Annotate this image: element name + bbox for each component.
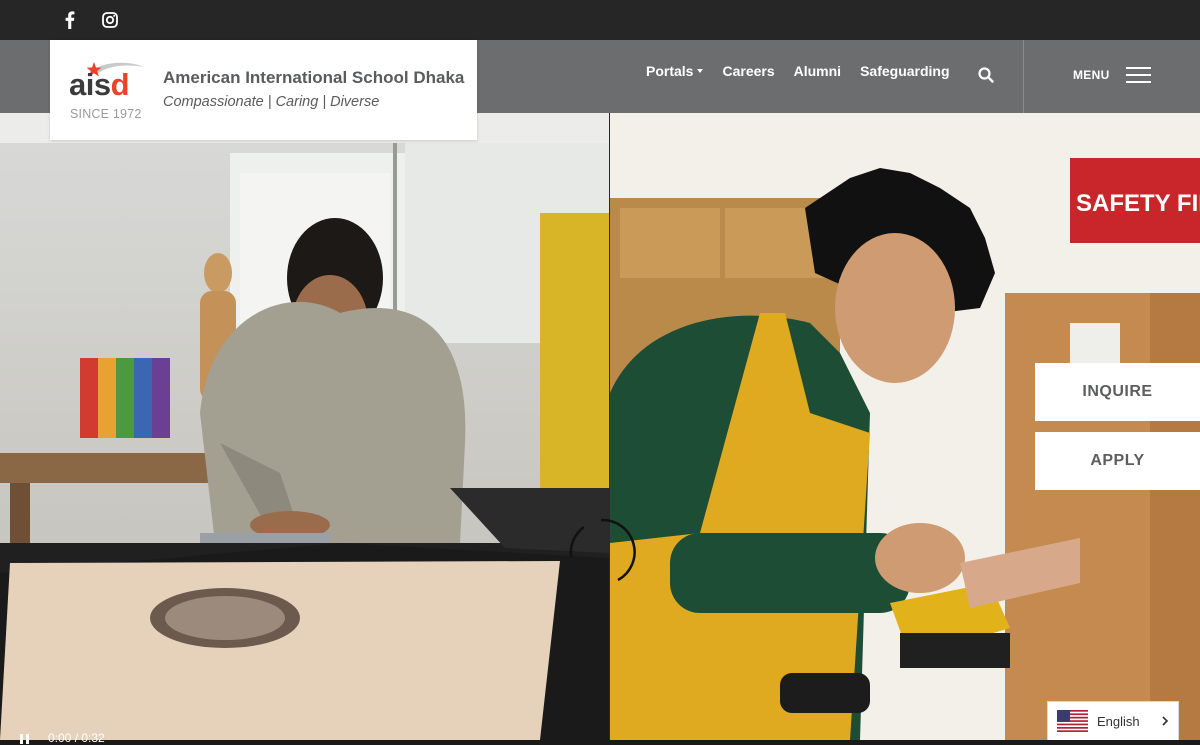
- inquire-button[interactable]: INQUIRE: [1035, 363, 1200, 421]
- hamburger-icon: [1125, 67, 1151, 83]
- nav-link-safeguarding[interactable]: Safeguarding: [860, 63, 949, 79]
- chevron-down-icon: [697, 69, 704, 73]
- hero-right-image: SAFETY FIRS: [610, 113, 1200, 740]
- language-selector[interactable]: English: [1047, 701, 1179, 740]
- facebook-icon[interactable]: [61, 11, 79, 29]
- hero-video[interactable]: SAFETY FIRS: [0, 113, 1200, 740]
- nav-links: Portals Careers Alumni Safeguarding: [646, 63, 950, 79]
- logo-wordmark: aisd: [69, 67, 130, 102]
- video-controls: 0:00 / 0:32: [0, 726, 300, 745]
- instagram-icon[interactable]: [101, 11, 119, 29]
- social-bar: [0, 0, 1200, 40]
- chevron-right-icon: [1162, 716, 1169, 726]
- site-logo[interactable]: aisd SINCE 1972 American International S…: [50, 40, 477, 140]
- loading-spinner-icon: [569, 518, 636, 582]
- school-name: American International School Dhaka: [163, 68, 465, 87]
- hero-left-image: [0, 113, 609, 740]
- school-tagline: Compassionate | Caring | Diverse: [163, 94, 380, 110]
- language-label: English: [1097, 714, 1140, 729]
- nav-link-portals[interactable]: Portals: [646, 63, 704, 79]
- safety-sign-text: SAFETY FIRS: [1076, 190, 1200, 217]
- nav-link-alumni[interactable]: Alumni: [794, 63, 841, 79]
- search-icon[interactable]: [977, 66, 995, 84]
- menu-button[interactable]: MENU: [1073, 67, 1151, 83]
- menu-label: MENU: [1073, 68, 1110, 82]
- apply-button[interactable]: APPLY: [1035, 432, 1200, 490]
- nav-divider: [1023, 40, 1024, 113]
- us-flag-icon: [1057, 710, 1088, 732]
- video-time: 0:00 / 0:32: [48, 731, 105, 745]
- pause-icon[interactable]: [20, 734, 29, 744]
- logo-since: SINCE 1972: [70, 107, 142, 121]
- nav-link-careers[interactable]: Careers: [722, 63, 774, 79]
